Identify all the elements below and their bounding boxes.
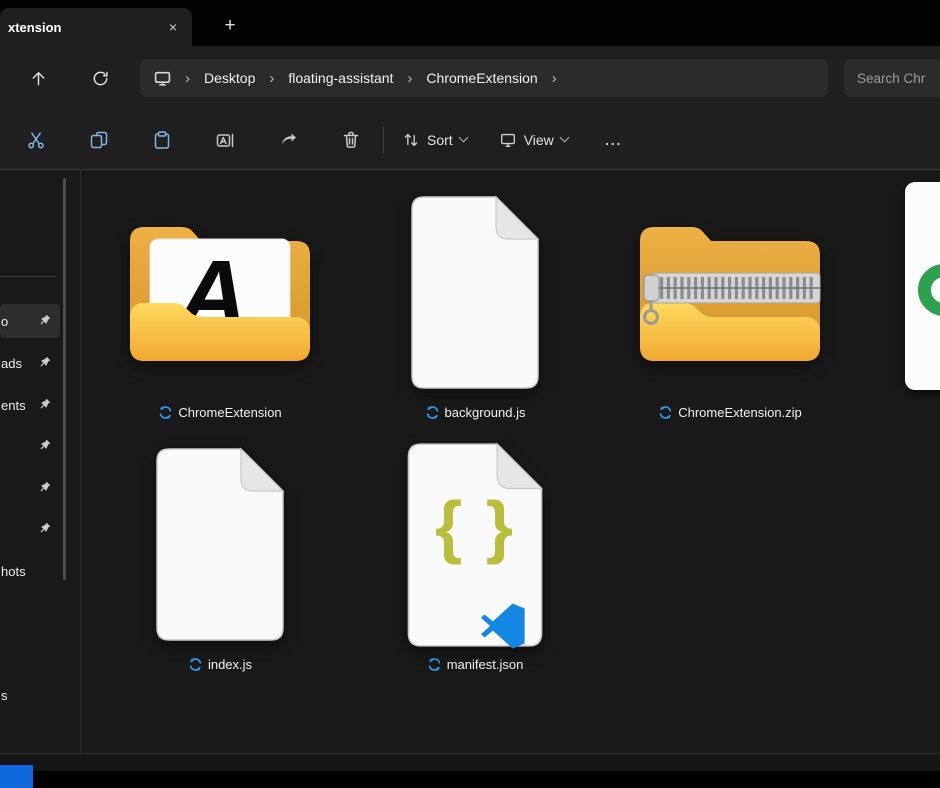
search-box[interactable]: Search Chr: [844, 59, 940, 97]
file-tile-chromeextension-folder[interactable]: A ChromeExtension: [95, 190, 345, 420]
breadcrumb-separator: ›: [407, 70, 412, 87]
rename-icon: [215, 130, 235, 150]
sync-icon: [158, 405, 173, 420]
breadcrumb-separator: ›: [185, 70, 190, 87]
chevron-down-icon: [458, 133, 468, 143]
sidebar-item-label: ads: [0, 356, 22, 371]
document-icon: [145, 447, 295, 642]
file-name: ChromeExtension: [178, 405, 281, 420]
file-name: background.js: [445, 405, 526, 420]
pin-icon: [38, 356, 51, 369]
search-text: Search Chr: [857, 71, 925, 86]
sidebar-item[interactable]: ents: [0, 388, 60, 422]
sync-icon: [427, 657, 442, 672]
file-name: ChromeExtension.zip: [678, 405, 802, 420]
sync-icon: [188, 657, 203, 672]
file-tile-partial[interactable]: [905, 182, 940, 390]
breadcrumb-separator: ›: [552, 70, 557, 87]
pin-icon: [38, 314, 51, 327]
sidebar-item[interactable]: ads: [0, 346, 60, 380]
pin-icon: [38, 439, 51, 452]
tab-title: xtension: [0, 20, 160, 35]
breadcrumb[interactable]: › Desktop › floating-assistant › ChromeE…: [140, 59, 828, 97]
tab-strip: xtension × +: [0, 0, 940, 46]
pin-icon: [38, 398, 51, 411]
folder-icon: A: [120, 215, 320, 371]
command-bar: Sort View …: [0, 110, 940, 170]
vscode-logo-icon: [480, 603, 526, 649]
up-button[interactable]: [24, 64, 52, 92]
share-icon: [278, 130, 298, 150]
sidebar-item-label: ents: [0, 398, 26, 413]
refresh-icon: [91, 69, 110, 88]
breadcrumb-separator: ›: [269, 70, 274, 87]
breadcrumb-item-chromeextension[interactable]: ChromeExtension: [426, 70, 537, 86]
file-explorer-window: xtension × + ›: [0, 0, 940, 788]
sidebar-scrollbar[interactable]: [63, 178, 66, 580]
view-icon: [499, 131, 517, 149]
pin-icon: [38, 522, 51, 535]
file-tile-manifest-json[interactable]: { } manifest.json: [350, 442, 600, 672]
json-braces-glyph: { }: [394, 486, 556, 566]
navigation-bar: › Desktop › floating-assistant › ChromeE…: [0, 46, 940, 110]
sort-icon: [402, 131, 420, 149]
more-options-button[interactable]: …: [604, 129, 623, 150]
rename-button[interactable]: [213, 128, 237, 152]
trash-icon: [341, 130, 361, 150]
paste-icon: [152, 130, 172, 150]
sidebar-item[interactable]: [0, 471, 60, 505]
taskbar-strip: [0, 771, 940, 788]
document-icon: [400, 195, 550, 390]
copy-icon: [89, 130, 109, 150]
sidebar-item[interactable]: o: [0, 304, 60, 338]
sidebar-item-label: s: [0, 688, 8, 703]
file-tile-background-js[interactable]: background.js: [350, 190, 600, 420]
this-pc-icon: [154, 70, 171, 87]
sidebar-item-label: hots: [0, 564, 26, 579]
file-name: index.js: [208, 657, 252, 672]
new-tab-button[interactable]: +: [216, 12, 244, 40]
copy-button[interactable]: [87, 128, 111, 152]
view-button[interactable]: View: [499, 131, 568, 149]
up-arrow-icon: [29, 69, 48, 88]
sidebar-section-divider: [0, 276, 56, 277]
taskbar-highlight: [0, 765, 33, 788]
scissors-icon: [26, 130, 46, 150]
sidebar-item[interactable]: [0, 512, 60, 546]
breadcrumb-item-floating-assistant[interactable]: floating-assistant: [288, 70, 393, 86]
file-tile-chromeextension-zip[interactable]: ChromeExtension.zip: [605, 190, 855, 420]
share-button[interactable]: [276, 128, 300, 152]
tab-close-button[interactable]: ×: [160, 14, 186, 40]
sidebar-item[interactable]: hots: [0, 554, 60, 588]
sidebar-item[interactable]: [0, 429, 60, 463]
sidebar-content-divider: [80, 170, 81, 753]
status-bar: [0, 753, 940, 771]
file-name: manifest.json: [447, 657, 524, 672]
view-label: View: [524, 132, 554, 148]
sort-button[interactable]: Sort: [402, 131, 467, 149]
sidebar-item-label: o: [0, 314, 8, 329]
sidebar-item[interactable]: s: [0, 678, 60, 712]
sync-icon: [658, 405, 673, 420]
cut-button[interactable]: [24, 128, 48, 152]
zip-folder-icon: [630, 215, 830, 371]
breadcrumb-item-desktop[interactable]: Desktop: [204, 70, 255, 86]
pin-icon: [38, 481, 51, 494]
file-tile-index-js[interactable]: index.js: [95, 442, 345, 672]
delete-button[interactable]: [339, 128, 363, 152]
refresh-button[interactable]: [86, 64, 114, 92]
chevron-down-icon: [559, 133, 569, 143]
chrome-logo-partial-icon: [918, 264, 940, 316]
content-area: o ads ents: [0, 170, 940, 753]
paste-button[interactable]: [150, 128, 174, 152]
sort-label: Sort: [427, 132, 453, 148]
sync-icon: [425, 405, 440, 420]
explorer-tab[interactable]: xtension ×: [0, 8, 192, 46]
toolbar-divider: [383, 127, 384, 153]
